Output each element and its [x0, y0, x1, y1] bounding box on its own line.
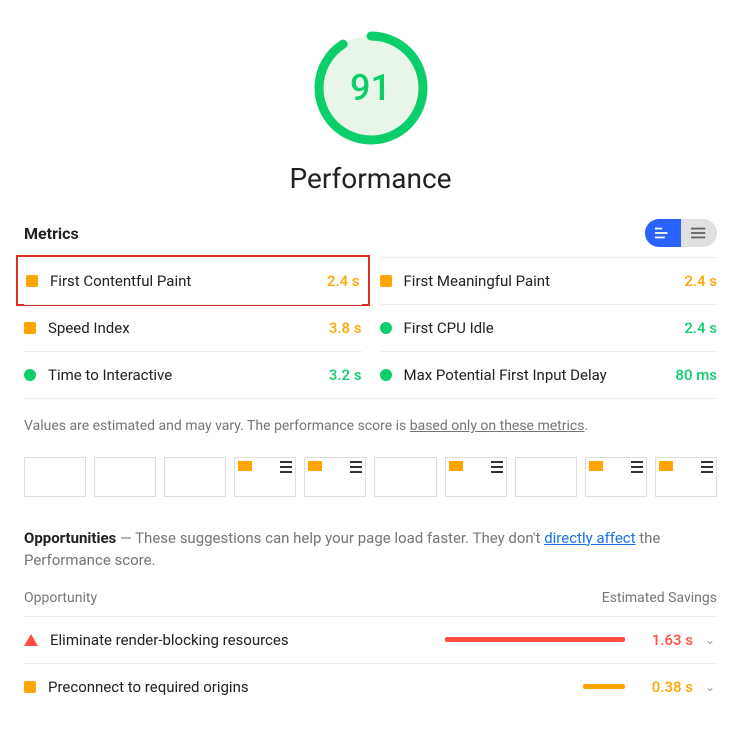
savings-value: 1.63 s [637, 631, 693, 649]
metric-row[interactable]: First CPU Idle 2.4 s [380, 304, 718, 351]
status-green-icon [380, 369, 392, 381]
filmstrip-frame [655, 457, 717, 497]
chevron-down-icon: ⌄ [705, 633, 717, 647]
status-orange-icon [380, 275, 392, 287]
opportunity-name: Preconnect to required origins [48, 678, 413, 696]
filmstrip-frame [24, 457, 86, 497]
metric-value: 3.2 s [329, 366, 362, 384]
opportunity-row[interactable]: Eliminate render-blocking resources 1.63 … [24, 616, 717, 663]
metrics-note: Values are estimated and may vary. The p… [24, 399, 717, 457]
score-gauge: 91 [311, 28, 431, 148]
metric-row[interactable]: First Contentful Paint 2.4 s [16, 255, 370, 306]
filmstrip-frame [164, 457, 226, 497]
filmstrip-frame [515, 457, 577, 497]
filmstrip-frame [445, 457, 507, 497]
status-orange-icon [24, 322, 36, 334]
metric-row[interactable]: First Meaningful Paint 2.4 s [380, 257, 718, 304]
metrics-grid: First Contentful Paint2.4 sFirst Meaning… [24, 257, 717, 398]
opportunity-row[interactable]: Preconnect to required origins 0.38 s ⌄ [24, 663, 717, 710]
opportunity-name: Eliminate render-blocking resources [50, 631, 413, 649]
filmstrip-frame [374, 457, 436, 497]
savings-bar [583, 684, 625, 689]
metric-name: First Meaningful Paint [404, 272, 550, 290]
savings-bar-wrap [425, 637, 625, 642]
status-green-icon [380, 322, 392, 334]
opportunities-intro: Opportunities — These suggestions can he… [24, 527, 717, 572]
chevron-down-icon: ⌄ [705, 680, 717, 694]
filmstrip-frame [234, 457, 296, 497]
opportunities-heading: Opportunities [24, 529, 116, 547]
note-link[interactable]: based only on these metrics [410, 418, 585, 434]
savings-value: 0.38 s [637, 678, 693, 696]
metric-value: 2.4 s [684, 272, 717, 290]
status-orange-icon [24, 681, 36, 693]
filmstrip-frame [585, 457, 647, 497]
metric-value: 80 ms [675, 366, 717, 384]
status-orange-icon [26, 275, 38, 287]
status-green-icon [24, 369, 36, 381]
gauge-title: Performance [290, 162, 452, 195]
metric-row[interactable]: Time to Interactive 3.2 s [24, 351, 362, 398]
filmstrip-frame [94, 457, 156, 497]
metrics-heading: Metrics [24, 224, 79, 243]
metric-value: 2.4 s [684, 319, 717, 337]
view-compact-button[interactable] [645, 219, 681, 247]
savings-bar [445, 637, 625, 642]
compact-view-icon [655, 227, 671, 239]
opp-col-right: Estimated Savings [602, 590, 717, 606]
savings-bar-wrap [425, 684, 625, 689]
opp-col-left: Opportunity [24, 590, 97, 606]
metric-row[interactable]: Max Potential First Input Delay 80 ms [380, 351, 718, 398]
metric-row[interactable]: Speed Index 3.8 s [24, 304, 362, 351]
performance-gauge-section: 91 Performance [24, 28, 717, 195]
note-text: Values are estimated and may vary. The p… [24, 418, 410, 434]
opp-intro-text: — These suggestions can help your page l… [116, 529, 544, 547]
filmstrip [24, 457, 717, 497]
metric-value: 2.4 s [327, 272, 360, 290]
score-value: 91 [311, 28, 431, 148]
triangle-red-icon [24, 634, 38, 646]
filmstrip-frame [304, 457, 366, 497]
metric-value: 3.8 s [329, 319, 362, 337]
detailed-view-icon [691, 227, 707, 239]
view-toggle [645, 219, 717, 247]
opportunities-list: Eliminate render-blocking resources 1.63 … [24, 616, 717, 710]
view-detailed-button[interactable] [681, 219, 717, 247]
opp-intro-link[interactable]: directly affect [544, 529, 635, 547]
opportunities-columns: Opportunity Estimated Savings [24, 590, 717, 616]
metric-name: Speed Index [48, 319, 130, 337]
note-suffix: . [584, 418, 588, 434]
metric-name: First CPU Idle [404, 319, 494, 337]
metric-name: Max Potential First Input Delay [404, 366, 607, 384]
metric-name: Time to Interactive [48, 366, 172, 384]
metric-name: First Contentful Paint [50, 272, 191, 290]
